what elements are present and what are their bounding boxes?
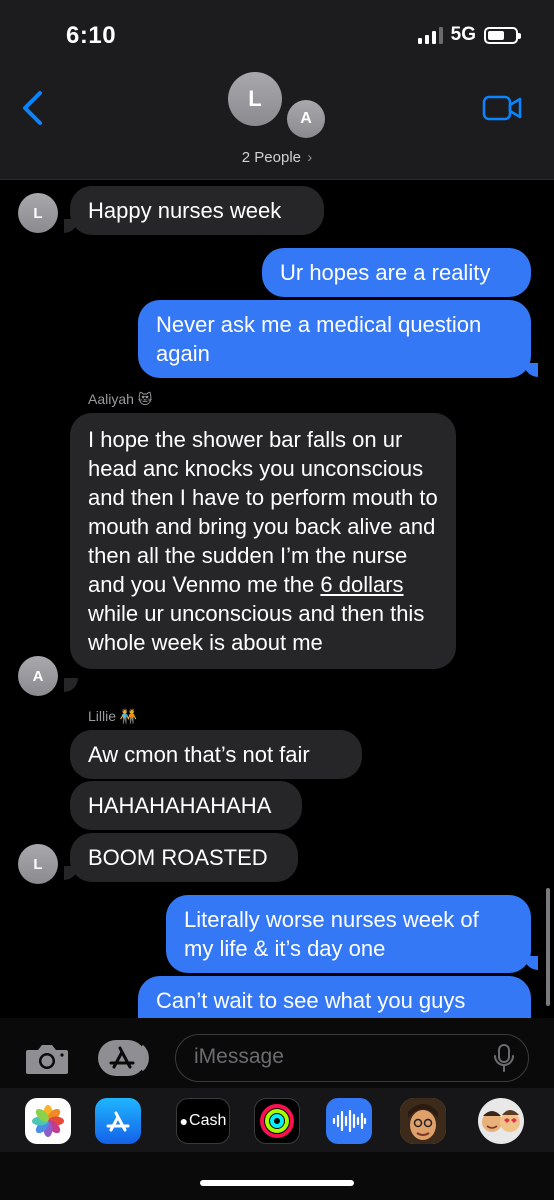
imessage-input[interactable]: iMessage bbox=[175, 1034, 529, 1082]
chevron-right-icon: › bbox=[307, 149, 313, 166]
dictation-mic-icon[interactable] bbox=[494, 1044, 514, 1072]
cash-icon[interactable]: ● Cash bbox=[176, 1098, 230, 1144]
app-store-icon[interactable] bbox=[95, 1098, 141, 1144]
app-store-apps-icon[interactable] bbox=[98, 1040, 152, 1076]
sender-name: Lillie 🧑‍🤝‍🧑 bbox=[88, 708, 138, 724]
outgoing-message[interactable]: Ur hopes are a reality bbox=[262, 248, 531, 297]
sender-avatar-l[interactable]: L bbox=[18, 193, 58, 233]
bubble-tail bbox=[524, 956, 538, 970]
scrollbar[interactable] bbox=[546, 888, 550, 1006]
memoji-stickers-icon[interactable] bbox=[478, 1098, 524, 1144]
signal-icon bbox=[417, 26, 443, 44]
people-count-label: 2 People bbox=[241, 149, 302, 166]
message-text: while ur unconscious and then this whole… bbox=[88, 601, 425, 655]
group-avatar-a[interactable]: A bbox=[287, 100, 325, 138]
battery-icon bbox=[484, 26, 521, 44]
back-chevron-icon[interactable] bbox=[20, 90, 46, 126]
home-indicator[interactable] bbox=[200, 1180, 354, 1186]
memoji-icon[interactable] bbox=[400, 1098, 446, 1144]
group-avatar-l[interactable]: L bbox=[228, 72, 282, 126]
status-time: 6:10 bbox=[66, 22, 117, 49]
camera-icon[interactable] bbox=[24, 1040, 70, 1076]
cash-label: Cash bbox=[189, 1112, 227, 1129]
outgoing-message[interactable]: Never ask me a medical question again bbox=[138, 300, 531, 378]
bubble-tail bbox=[524, 363, 538, 377]
group-details-link[interactable]: 2 People › bbox=[0, 149, 554, 166]
network-label: 5G bbox=[450, 24, 476, 45]
incoming-message[interactable]: HAHAHAHAHAHA bbox=[70, 781, 302, 830]
facetime-video-icon[interactable] bbox=[482, 94, 522, 122]
incoming-message[interactable]: I hope the shower bar falls on ur head a… bbox=[70, 413, 456, 669]
outgoing-message[interactable]: Literally worse nurses week of my life &… bbox=[166, 895, 531, 973]
photos-icon[interactable] bbox=[25, 1098, 71, 1144]
venmo-link[interactable]: 6 dollars bbox=[320, 572, 403, 597]
sender-name: Aaliyah 😻 bbox=[88, 391, 153, 407]
sender-avatar-l[interactable]: L bbox=[18, 844, 58, 884]
apple-logo-icon: ● bbox=[179, 1113, 189, 1129]
waveform-icon[interactable] bbox=[326, 1098, 372, 1144]
incoming-message[interactable]: Aw cmon that’s not fair bbox=[70, 730, 362, 779]
sender-avatar-a[interactable]: A bbox=[18, 656, 58, 696]
incoming-message[interactable]: Happy nurses week bbox=[70, 186, 324, 235]
activity-icon[interactable] bbox=[254, 1098, 300, 1144]
bubble-tail bbox=[64, 678, 78, 692]
status-indicators: 5G bbox=[417, 24, 521, 46]
incoming-message[interactable]: BOOM ROASTED bbox=[70, 833, 298, 882]
